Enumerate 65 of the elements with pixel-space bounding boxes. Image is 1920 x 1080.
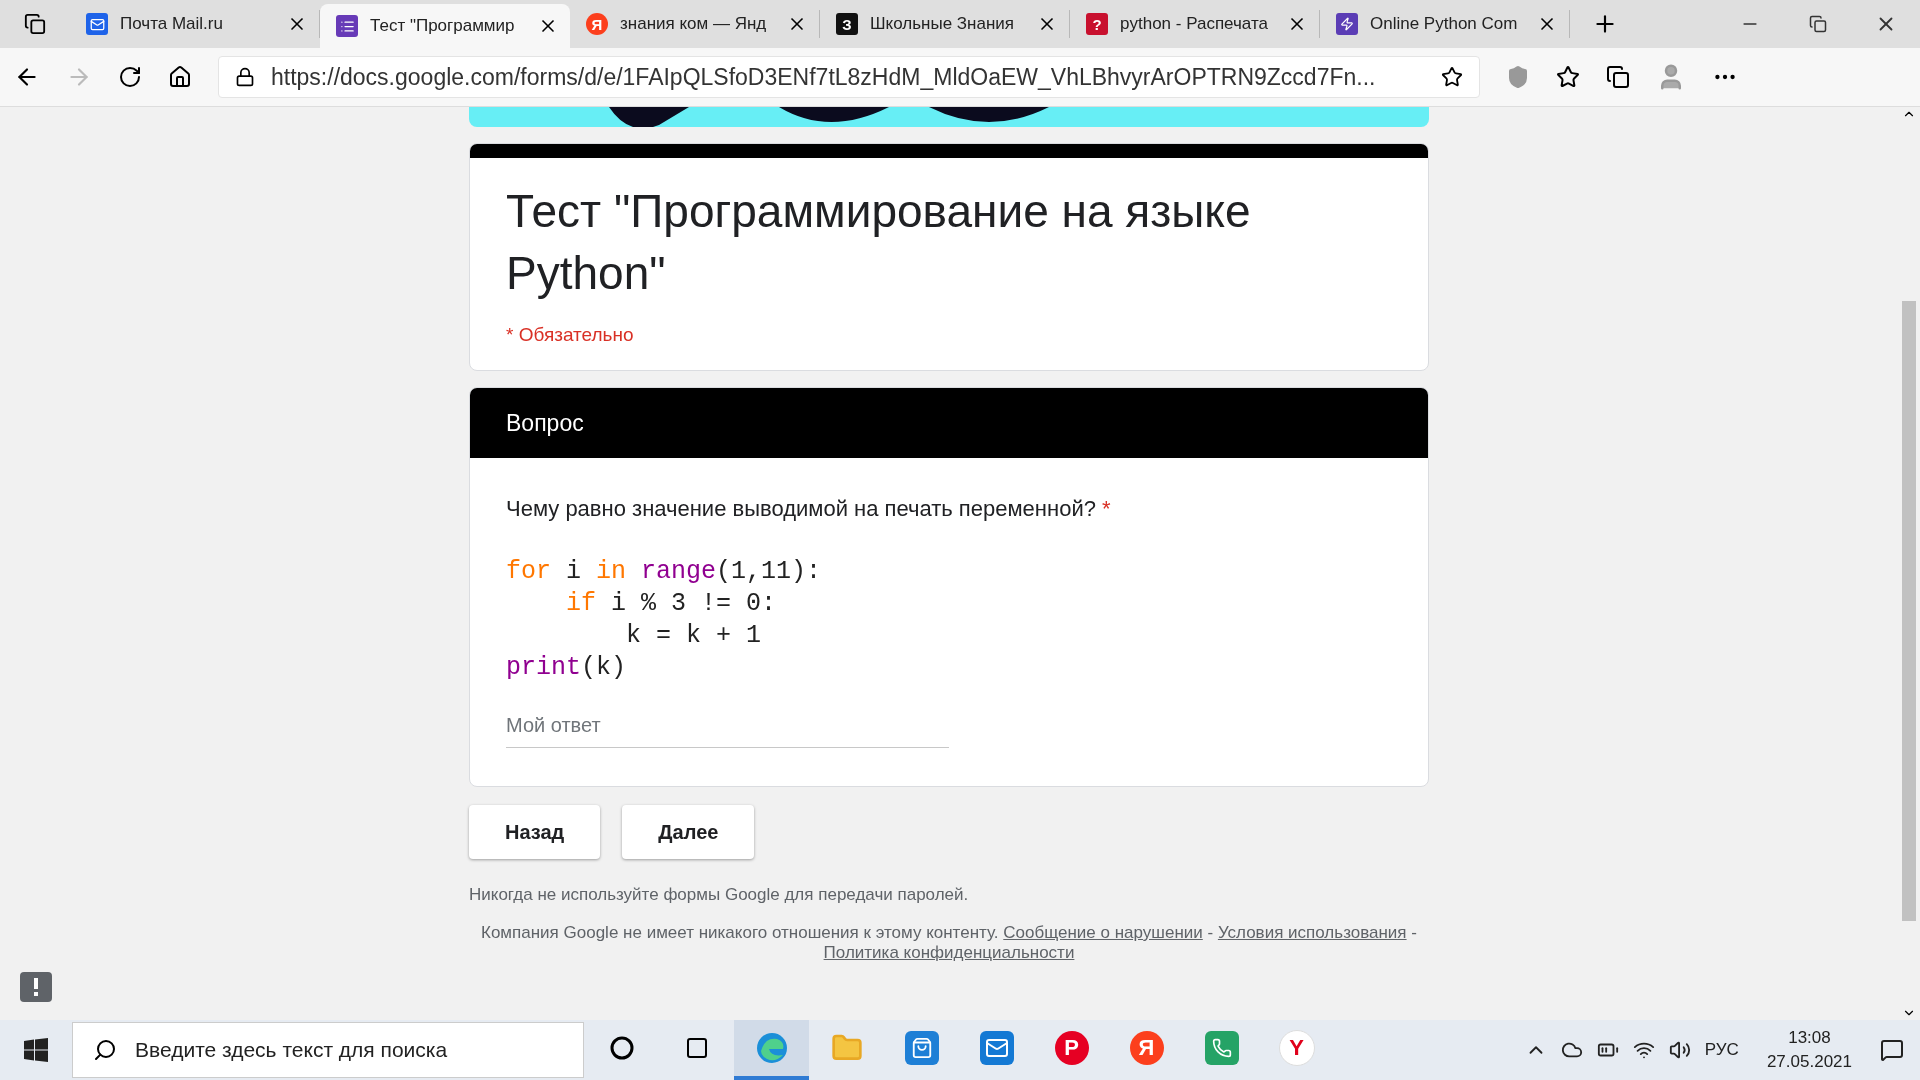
tab-title: Тест "Программир	[370, 16, 516, 36]
shopping-bag-icon	[904, 1031, 939, 1065]
taskbar-search-field[interactable]: Введите здесь текст для поиска	[72, 1022, 584, 1078]
question-text: Чему равно значение выводимой на печать переменной? *	[506, 496, 1112, 522]
url-text: https://docs.google.com/forms/d/e/1FAIpQLSfoD3ENf7tL8zHdM_MldOaEW_VhLBhvyrArOPTRN9Zccd7Fn...	[271, 63, 1377, 91]
letter-logo-icon: P	[1054, 1031, 1089, 1065]
form-title: Тест "Программирование на языке Python"	[506, 184, 1252, 301]
browser-tab[interactable]: З Школьные Знания	[820, 10, 1070, 38]
taskbar-app[interactable]: P	[1034, 1020, 1109, 1080]
cortana-icon[interactable]	[609, 1036, 634, 1060]
browser-tab[interactable]: Online Python Com	[1320, 10, 1570, 38]
footer-disclaimer: Компания Google не имеет никакого отношения к этому контенту. Сообщение о нарушении - Условия использования - Политика конфиденциальности	[480, 923, 1418, 963]
back-button[interactable]: Назад	[469, 805, 601, 859]
restore-icon[interactable]	[1809, 15, 1827, 33]
notifications-icon[interactable]	[1880, 1038, 1904, 1062]
shield-icon[interactable]	[1506, 65, 1530, 89]
add-favorite-icon[interactable]	[1441, 66, 1463, 88]
tab-actions-icon[interactable]	[24, 13, 46, 35]
reload-icon[interactable]	[118, 65, 142, 89]
tab-title: Online Python Com	[1370, 14, 1519, 34]
tab-title: Почта Mail.ru	[120, 14, 224, 34]
letter-logo-icon: Y	[1278, 1030, 1315, 1066]
clock-date: 27.05.2021	[1766, 1051, 1852, 1073]
browser-tab[interactable]: Я знания ком — Янд	[570, 10, 820, 38]
browser-tab[interactable]: Почта Mail.ru	[70, 10, 320, 38]
required-note: * Обязательно	[506, 324, 635, 346]
lock-icon	[235, 67, 255, 87]
footer-link[interactable]: Политика конфиденциальности	[823, 943, 1075, 962]
browser-logo-icon	[754, 1031, 789, 1065]
search-icon	[93, 1038, 117, 1062]
home-icon[interactable]	[168, 65, 192, 89]
browser-tab[interactable]: ? python - Распечата	[1070, 10, 1320, 38]
favorites-icon[interactable]	[1556, 65, 1580, 89]
clock-time: 13:08	[1788, 1027, 1831, 1049]
mail-icon	[979, 1031, 1014, 1065]
lightning-icon	[1336, 13, 1358, 35]
letter-logo-icon: Я	[1129, 1031, 1164, 1065]
browser-tab[interactable]: Тест "Программир	[320, 4, 570, 48]
section-title: Вопрос	[470, 388, 1428, 458]
question-mark-icon: ?	[1086, 13, 1108, 35]
task-view-icon[interactable]	[684, 1036, 709, 1060]
taskbar-app[interactable]	[734, 1020, 809, 1080]
collections-icon[interactable]	[1606, 65, 1630, 89]
scrollbar-thumb[interactable]	[1902, 301, 1916, 921]
phone-icon	[1204, 1031, 1239, 1065]
tab-title: Школьные Знания	[870, 14, 1016, 34]
mail-icon	[86, 13, 108, 35]
language-indicator[interactable]: РУС	[1704, 1040, 1739, 1060]
windows-logo-icon[interactable]	[24, 1038, 48, 1062]
letter-logo-icon: З	[836, 13, 858, 35]
tab-title: знания ком — Янд	[620, 14, 768, 34]
form-list-icon	[336, 15, 358, 37]
address-bar[interactable]: https://docs.google.com/forms/d/e/1FAIpQLSfoD3ENf7tL8zHdM_MldOaEW_VhLBhvyrArOPTRN9Zccd7Fn...	[218, 56, 1480, 98]
footer-link[interactable]: Сообщение о нарушении	[1003, 923, 1203, 942]
code-snippet: for i in range(1,11): if i % 3 != 0: k = k + 1 print(k)	[506, 556, 823, 684]
volume-icon[interactable]	[1668, 1039, 1691, 1061]
taskbar-app[interactable]: Я	[1109, 1020, 1184, 1080]
next-button[interactable]: Далее	[622, 805, 755, 859]
taskbar-app[interactable]: Y	[1259, 1020, 1334, 1080]
footer-link[interactable]: Условия использования	[1217, 923, 1407, 942]
search-placeholder: Введите здесь текст для поиска	[135, 1038, 448, 1062]
password-warning: Никогда не используйте формы Google для передачи паролей.	[469, 885, 970, 905]
letter-logo-icon: Я	[586, 13, 608, 35]
tab-title: python - Распечата	[1120, 14, 1269, 34]
feedback-icon[interactable]	[20, 972, 52, 1002]
